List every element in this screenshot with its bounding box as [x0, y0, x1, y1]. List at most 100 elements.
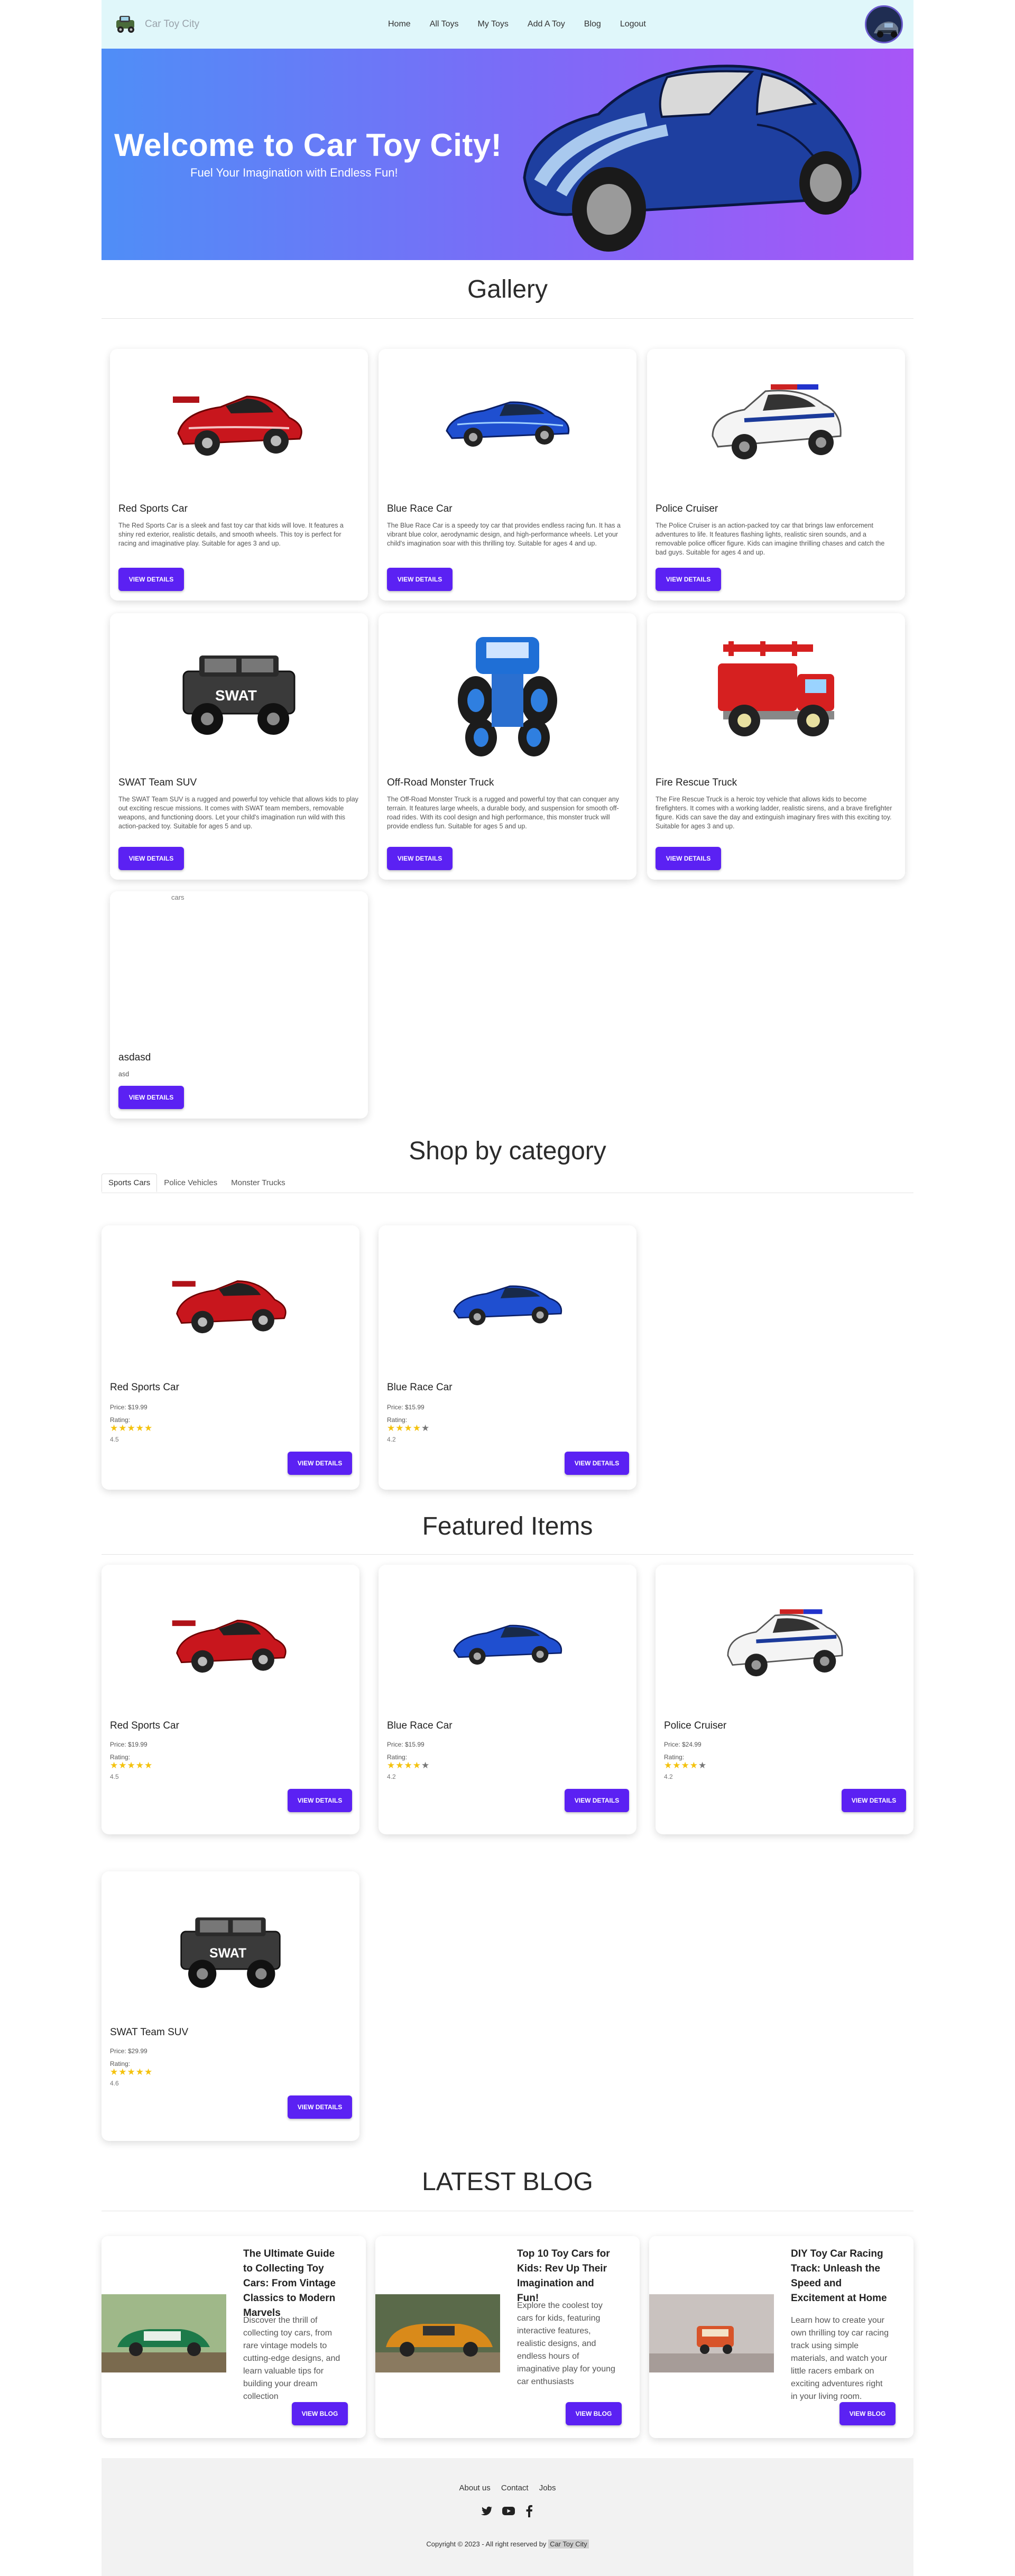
card-description: The Off-Road Monster Truck is a rugged a…: [387, 796, 619, 830]
star-icon: ★: [127, 2067, 136, 2077]
tab-police-vehicles[interactable]: Police Vehicles: [157, 1174, 224, 1192]
view-details-button[interactable]: View Details: [565, 1452, 629, 1475]
car-image: [110, 349, 368, 492]
view-details-button[interactable]: View Details: [842, 1789, 906, 1812]
star-icon: ★: [135, 1760, 144, 1770]
gallery-card: cars asdasd asd View Details: [110, 891, 368, 1119]
blog-image: [649, 2294, 774, 2372]
footer-link-about[interactable]: About us: [459, 2483, 491, 2492]
card-title: Police Cruiser: [656, 503, 718, 514]
card-description: The SWAT Team SUV is a rugged and powerf…: [118, 796, 358, 830]
footer-link-jobs[interactable]: Jobs: [539, 2483, 556, 2492]
featured-card: SWAT SWAT Team SUV Price: $29.99 Rating:…: [102, 1871, 359, 2141]
page: Car Toy City Home All Toys My Toys Add A…: [102, 0, 914, 2576]
logo-icon: [116, 16, 134, 33]
star-icon: ★: [118, 2067, 127, 2077]
star-rating: ★★★★★: [110, 1760, 153, 1771]
navbar: Car Toy City Home All Toys My Toys Add A…: [102, 0, 914, 49]
blog-post-description: Learn how to create your own thrilling t…: [791, 2316, 889, 2401]
rating-value: 4.2: [387, 1436, 396, 1443]
product-card: Blue Race Car Price: $15.99 Rating: ★★★★…: [379, 1225, 636, 1490]
product-name: SWAT Team SUV: [110, 2027, 189, 2038]
copyright: Copyright © 2023 - All right reserved by…: [102, 2540, 914, 2549]
blog-post-title: Top 10 Toy Cars for Kids: Rev Up Their I…: [517, 2248, 610, 2304]
rating-value: 4.2: [387, 1773, 396, 1780]
blog-title: LATEST BLOG: [422, 2168, 593, 2196]
view-details-button[interactable]: View Details: [118, 568, 184, 591]
rating-value: 4.6: [110, 2080, 119, 2087]
copyright-brand: Car Toy City: [548, 2540, 589, 2549]
star-icon: ★: [110, 1760, 119, 1770]
divider: [102, 1554, 914, 1555]
blog-post-title: The Ultimate Guide to Collecting Toy Car…: [243, 2248, 336, 2319]
car-image: SWAT: [110, 613, 368, 767]
car-image: SWAT: [102, 1871, 359, 2025]
car-image: [379, 613, 636, 767]
view-details-button[interactable]: View Details: [288, 2095, 352, 2119]
nav-link-my-toys[interactable]: My Toys: [468, 20, 518, 29]
star-icon: ★: [127, 1760, 136, 1770]
product-price: Price: $15.99: [387, 1741, 425, 1748]
gallery-card: Police Cruiser The Police Cruiser is an …: [647, 349, 905, 601]
nav-link-all-toys[interactable]: All Toys: [420, 20, 468, 29]
footer-links: About us Contact Jobs: [102, 2483, 914, 2492]
gallery-card: Blue Race Car The Blue Race Car is a spe…: [379, 349, 636, 601]
footer-link-contact[interactable]: Contact: [501, 2483, 529, 2492]
star-icon: ★: [664, 1760, 673, 1770]
star-icon: ★: [387, 1760, 396, 1770]
youtube-icon[interactable]: [502, 2505, 515, 2517]
hero-subtitle: Fuel Your Imagination with Endless Fun!: [190, 166, 398, 179]
view-details-button[interactable]: View Details: [387, 568, 453, 591]
nav-link-logout[interactable]: Logout: [611, 20, 656, 29]
hero-car-illustration: [523, 64, 862, 252]
view-details-button[interactable]: View Details: [656, 847, 721, 870]
featured-card: Red Sports Car Price: $19.99 Rating: ★★★…: [102, 1565, 359, 1834]
view-details-button[interactable]: View Details: [565, 1789, 629, 1812]
car-image: [656, 1565, 914, 1718]
card-description: The Fire Rescue Truck is a heroic toy ve…: [656, 796, 892, 830]
nav-link-add-a-toy[interactable]: Add A Toy: [518, 20, 575, 29]
view-details-button[interactable]: View Details: [118, 847, 184, 870]
star-icon: ★: [110, 2067, 119, 2077]
product-price: Price: $19.99: [110, 1404, 147, 1411]
star-icon: ★: [689, 1760, 698, 1770]
view-blog-button[interactable]: View Blog: [839, 2402, 896, 2425]
view-details-button[interactable]: View Details: [288, 1452, 352, 1475]
product-name: Blue Race Car: [387, 1382, 453, 1393]
hero-banner: Welcome to Car Toy City! Fuel Your Imagi…: [102, 49, 914, 260]
view-blog-button[interactable]: View Blog: [566, 2402, 622, 2425]
star-rating: ★★★★★: [664, 1760, 707, 1771]
brand[interactable]: Car Toy City: [114, 13, 199, 36]
nav-link-home[interactable]: Home: [379, 20, 420, 29]
view-details-button[interactable]: View Details: [656, 568, 721, 591]
star-icon: ★: [144, 2067, 153, 2077]
svg-text:SWAT: SWAT: [215, 687, 257, 704]
tab-monster-trucks[interactable]: Monster Trucks: [224, 1174, 292, 1192]
card-title: Blue Race Car: [387, 503, 453, 514]
card-title: Fire Rescue Truck: [656, 777, 737, 788]
featured-card: Blue Race Car Price: $15.99 Rating: ★★★★…: [379, 1565, 636, 1834]
star-icon: ★: [395, 1760, 404, 1770]
view-details-button[interactable]: View Details: [118, 1086, 184, 1109]
star-icon: ★: [404, 1423, 413, 1433]
hero-title: Welcome to Car Toy City!: [114, 127, 502, 163]
star-icon: ★: [672, 1760, 681, 1770]
product-price: Price: $19.99: [110, 1741, 147, 1748]
svg-text:SWAT: SWAT: [209, 1946, 246, 1961]
view-details-button[interactable]: View Details: [288, 1789, 352, 1812]
star-icon: ★: [412, 1760, 421, 1770]
product-name: Blue Race Car: [387, 1720, 453, 1731]
blog-image: [375, 2294, 500, 2372]
nav-link-blog[interactable]: Blog: [575, 20, 611, 29]
tab-sports-cars[interactable]: Sports Cars: [102, 1174, 158, 1192]
product-name: Red Sports Car: [110, 1720, 179, 1731]
star-icon: ★: [110, 1423, 119, 1433]
view-blog-button[interactable]: View Blog: [292, 2402, 348, 2425]
user-avatar[interactable]: [865, 5, 903, 43]
star-icon: ★: [144, 1760, 153, 1770]
view-details-button[interactable]: View Details: [387, 847, 453, 870]
twitter-icon[interactable]: [481, 2505, 493, 2517]
facebook-icon[interactable]: [524, 2505, 534, 2517]
star-icon: ★: [387, 1423, 396, 1433]
card-description: The Police Cruiser is an action-packed t…: [656, 522, 885, 556]
